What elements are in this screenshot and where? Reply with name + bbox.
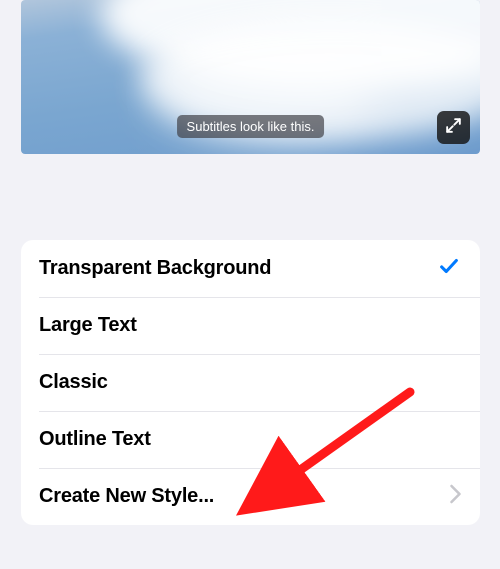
style-option-label: Create New Style... — [39, 485, 449, 508]
style-option-label: Outline Text — [39, 428, 462, 451]
style-option-label: Large Text — [39, 314, 462, 337]
create-new-style-button[interactable]: Create New Style... — [21, 468, 480, 525]
expand-arrows-icon — [444, 116, 463, 140]
style-option-label: Classic — [39, 371, 462, 394]
checkmark-icon — [436, 253, 462, 284]
subtitle-preview: Subtitles look like this. — [21, 0, 480, 154]
style-option-classic[interactable]: Classic — [21, 354, 480, 411]
fullscreen-button[interactable] — [437, 111, 470, 144]
style-option-outline-text[interactable]: Outline Text — [21, 411, 480, 468]
subtitle-style-list: Transparent Background Large Text Classi… — [21, 240, 480, 525]
subtitle-sample-text: Subtitles look like this. — [177, 115, 325, 138]
chevron-right-icon — [449, 484, 462, 509]
style-option-transparent-background[interactable]: Transparent Background — [21, 240, 480, 297]
style-option-label: Transparent Background — [39, 257, 436, 280]
style-option-large-text[interactable]: Large Text — [21, 297, 480, 354]
